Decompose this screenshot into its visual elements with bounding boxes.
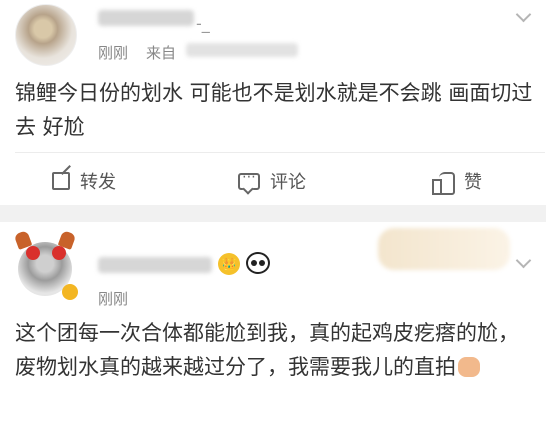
like-button[interactable]: 赞 xyxy=(432,166,482,196)
commenter-name-blurred[interactable] xyxy=(98,257,212,273)
source-label: 来自 xyxy=(146,44,177,62)
comment-label: 评论 xyxy=(270,172,306,193)
source-name-blurred[interactable] xyxy=(186,43,298,57)
repost-icon xyxy=(52,172,70,190)
section-separator xyxy=(0,205,546,222)
praying-hands-icon xyxy=(458,357,480,377)
moon-badge-icon xyxy=(62,284,78,300)
fan-badge-blurred xyxy=(378,228,510,270)
author-name-blurred[interactable] xyxy=(98,10,194,26)
thumbs-up-icon xyxy=(432,170,455,195)
repost-label: 转发 xyxy=(80,172,116,193)
post-time: 刚刚 xyxy=(98,44,129,62)
comment-text-block: 这个团每一次合体都能尬到我，真的起鸡皮疙瘩的尬，废物划水真的越来越过分了，我需要… xyxy=(15,316,535,384)
author-name-suffix: -_ xyxy=(196,14,210,33)
post-text: 锦鲤今日份的划水 可能也不是划水就是不会跳 画面切过去 好尬 xyxy=(15,81,533,139)
divider xyxy=(15,152,545,153)
panda-badge-icon xyxy=(246,252,270,274)
commenter-avatar[interactable] xyxy=(13,230,78,304)
comment-button[interactable]: 评论 xyxy=(238,166,306,196)
author-avatar[interactable] xyxy=(15,4,77,66)
bell-decoration xyxy=(52,246,66,260)
bell-decoration xyxy=(26,246,40,260)
comment-time: 刚刚 xyxy=(98,290,129,308)
comment-text: 这个团每一次合体都能尬到我，真的起鸡皮疙瘩的尬，废物划水真的越来越过分了，我需要… xyxy=(15,321,519,379)
repost-button[interactable]: 转发 xyxy=(52,166,116,196)
post-card: -_ 刚刚 来自 锦鲤今日份的划水 可能也不是划水就是不会跳 画面切过去 好尬 … xyxy=(0,0,546,205)
like-label: 赞 xyxy=(464,172,482,193)
crown-badge-icon: 👑 xyxy=(218,253,240,275)
comment-icon xyxy=(238,169,260,190)
chevron-down-icon[interactable] xyxy=(515,6,532,23)
